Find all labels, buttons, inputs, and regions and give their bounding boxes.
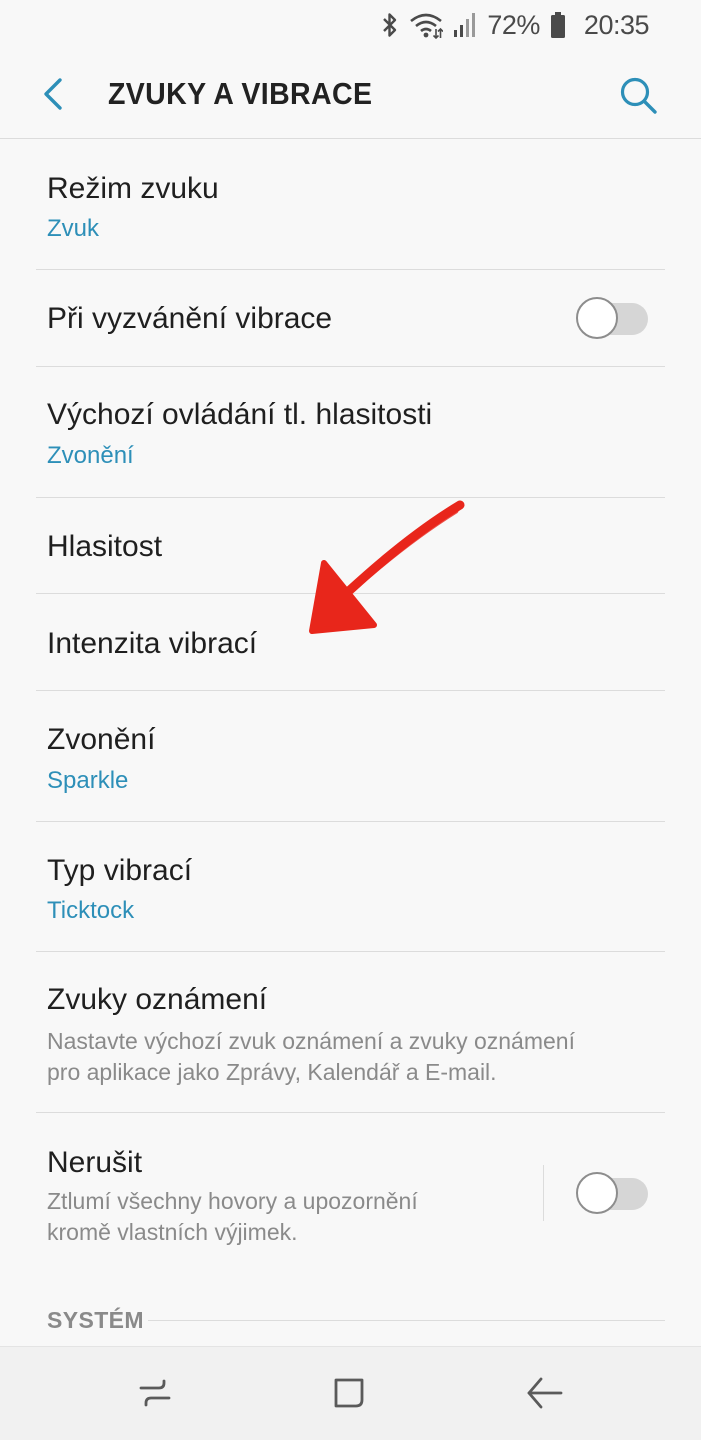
setting-description: Nastavte výchozí zvuk oznámení a zvuky o… xyxy=(47,1028,575,1054)
screen: 72% 20:35 ZVUKY A VIBRACE Režim zvuku Zv… xyxy=(0,0,701,1440)
setting-description: pro aplikace jako Zprávy, Kalendář a E-m… xyxy=(47,1059,497,1085)
home-icon xyxy=(334,1378,364,1408)
battery-icon xyxy=(550,12,565,38)
setting-notification-sounds[interactable]: Zvuky oznámení Nastavte výchozí zvuk ozn… xyxy=(0,952,701,1112)
toggle-knob xyxy=(576,1172,618,1214)
back-icon xyxy=(527,1377,563,1409)
setting-title: Zvuky oznámení xyxy=(47,983,268,1016)
setting-title: Výchozí ovládání tl. hlasitosti xyxy=(47,398,433,431)
section-header-system: SYSTÉM xyxy=(47,1307,144,1333)
system-back-button[interactable] xyxy=(523,1371,567,1415)
back-button[interactable] xyxy=(36,72,76,116)
clock: 20:35 xyxy=(583,9,650,40)
setting-default-volume-control[interactable]: Výchozí ovládání tl. hlasitosti Zvonění xyxy=(0,367,701,497)
recents-button[interactable] xyxy=(133,1371,177,1415)
page-title: ZVUKY A VIBRACE xyxy=(108,76,373,111)
vertical-separator xyxy=(543,1165,544,1221)
bluetooth-icon xyxy=(383,13,397,37)
setting-title: Při vyzvánění vibrace xyxy=(47,302,333,335)
setting-title: Intenzita vibrací xyxy=(47,627,258,660)
signal-icon xyxy=(454,13,476,37)
setting-sound-mode[interactable]: Režim zvuku Zvuk xyxy=(0,140,701,269)
setting-title: Zvonění xyxy=(47,723,156,756)
battery-percent: 72% xyxy=(487,9,540,40)
home-button[interactable] xyxy=(327,1371,371,1415)
section-divider xyxy=(148,1320,665,1321)
setting-title: Režim zvuku xyxy=(47,172,219,205)
do-not-disturb-toggle[interactable] xyxy=(576,1172,650,1214)
setting-description: Ztlumí všechny hovory a upozornění xyxy=(47,1188,418,1214)
setting-value: Zvonění xyxy=(47,442,134,469)
app-header: ZVUKY A VIBRACE xyxy=(0,50,701,139)
wifi-icon xyxy=(410,13,444,39)
toggle-knob xyxy=(576,297,618,339)
setting-vibration-intensity[interactable]: Intenzita vibrací xyxy=(0,594,701,690)
search-button[interactable] xyxy=(615,72,661,118)
setting-value: Zvuk xyxy=(47,215,100,242)
setting-title: Nerušit xyxy=(47,1146,143,1179)
vibrate-when-ringing-toggle[interactable] xyxy=(576,297,650,339)
setting-vibration-pattern[interactable]: Typ vibrací Ticktock xyxy=(0,822,701,951)
setting-ringtone[interactable]: Zvonění Sparkle xyxy=(0,691,701,821)
navigation-bar xyxy=(0,1346,701,1440)
recents-icon xyxy=(139,1379,171,1407)
search-icon xyxy=(620,77,657,114)
setting-volume[interactable]: Hlasitost xyxy=(0,498,701,593)
status-bar: 72% 20:35 xyxy=(0,0,701,50)
setting-description: kromě vlastních výjimek. xyxy=(47,1219,298,1245)
setting-title: Typ vibrací xyxy=(47,854,193,887)
setting-do-not-disturb[interactable]: Nerušit Ztlumí všechny hovory a upozorně… xyxy=(0,1113,701,1273)
setting-vibrate-when-ringing[interactable]: Při vyzvánění vibrace xyxy=(0,270,701,366)
setting-value: Ticktock xyxy=(47,897,135,924)
setting-title: Hlasitost xyxy=(47,530,163,563)
setting-value: Sparkle xyxy=(47,767,129,794)
chevron-left-icon xyxy=(44,78,62,110)
